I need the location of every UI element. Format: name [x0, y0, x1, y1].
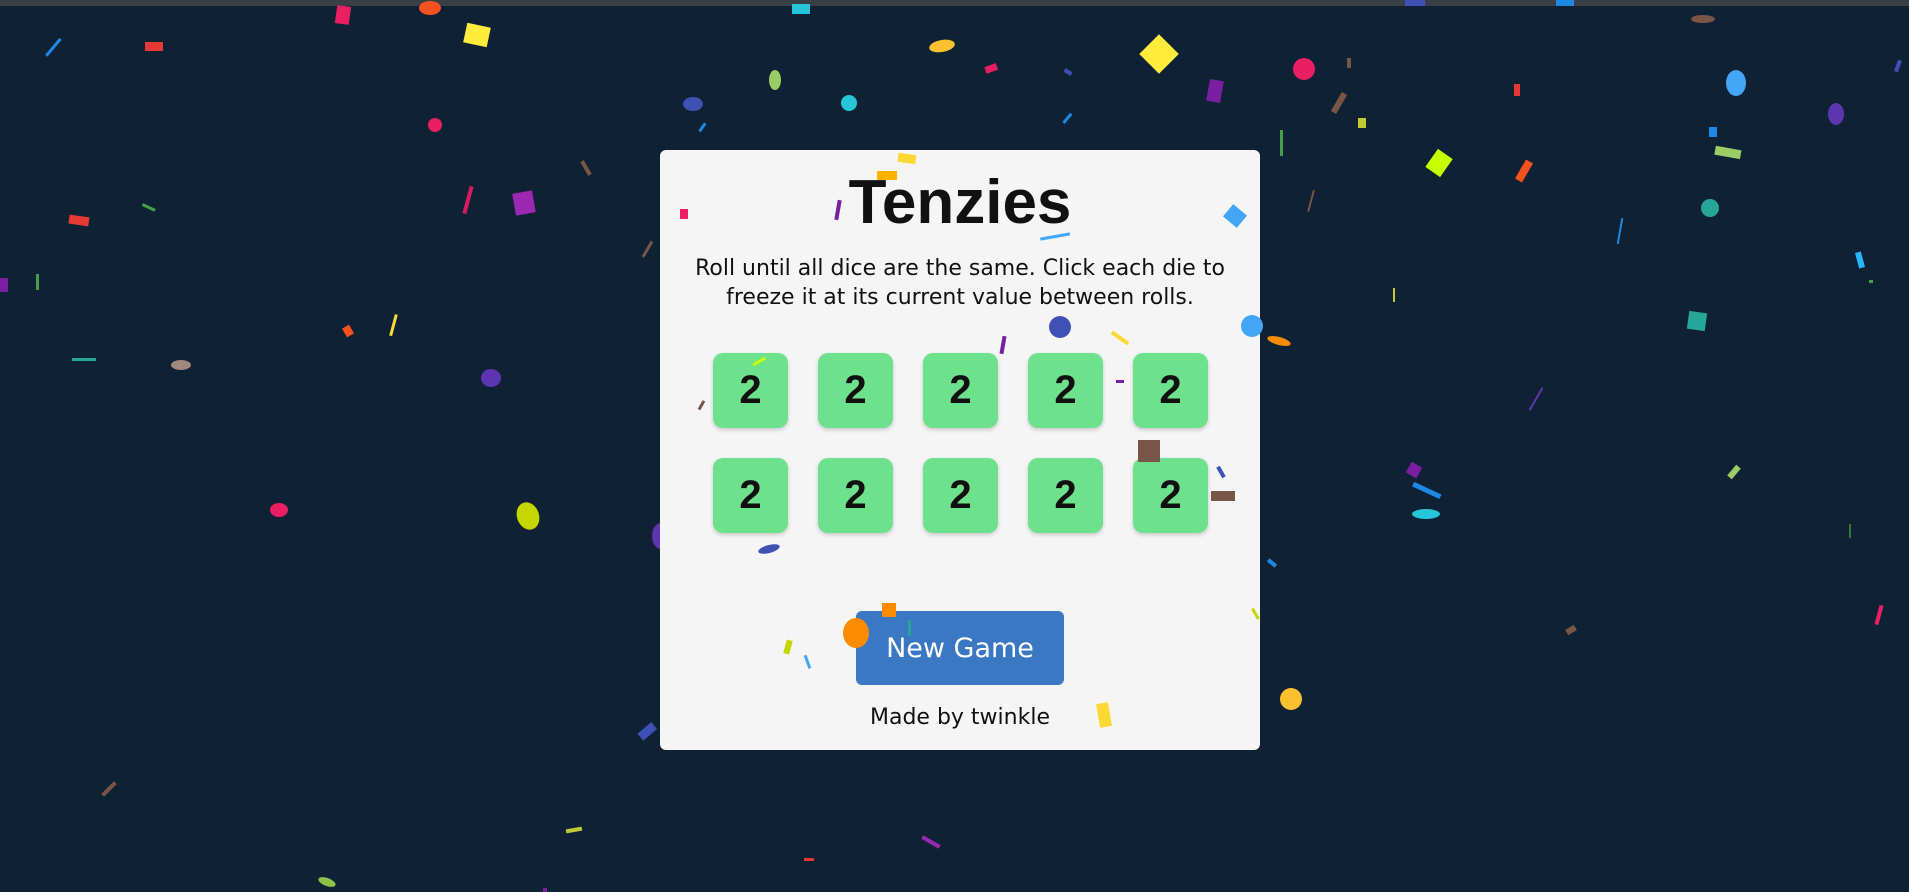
die-6[interactable]: 2	[713, 458, 788, 533]
confetti-piece	[342, 324, 354, 338]
confetti-piece	[1412, 509, 1440, 519]
confetti-piece	[462, 185, 474, 215]
die-4[interactable]: 2	[1028, 353, 1103, 428]
die-10[interactable]: 2	[1133, 458, 1208, 533]
confetti-piece	[1347, 58, 1351, 68]
confetti-piece	[683, 97, 703, 111]
confetti-piece	[1701, 199, 1719, 217]
confetti-piece	[1727, 464, 1741, 480]
die-9[interactable]: 2	[1028, 458, 1103, 533]
confetti-piece	[1565, 624, 1577, 636]
confetti-piece	[72, 358, 96, 361]
die-5[interactable]: 2	[1133, 353, 1208, 428]
confetti-piece	[1849, 524, 1851, 538]
confetti-piece	[1828, 103, 1844, 125]
confetti-piece	[101, 781, 117, 797]
confetti-piece	[565, 826, 583, 834]
confetti-piece	[769, 70, 781, 90]
dice-grid: 2 2 2 2 2 2 2 2 2 2	[713, 353, 1210, 533]
confetti-piece	[0, 278, 8, 292]
confetti-piece	[1726, 70, 1746, 96]
confetti-piece	[580, 160, 592, 176]
confetti-piece	[1280, 130, 1283, 156]
confetti-piece	[1393, 288, 1395, 302]
confetti-piece	[543, 888, 547, 892]
confetti-piece	[270, 503, 288, 517]
confetti-piece	[641, 240, 654, 258]
confetti-piece	[334, 5, 352, 25]
confetti-piece	[45, 37, 62, 57]
confetti-piece	[1293, 58, 1315, 80]
confetti-piece	[1405, 461, 1423, 479]
confetti-piece	[389, 314, 398, 337]
confetti-piece	[1894, 59, 1902, 73]
confetti-piece	[1063, 68, 1073, 76]
confetti-piece	[481, 369, 501, 387]
confetti-piece	[1139, 34, 1179, 74]
confetti-piece	[1412, 481, 1442, 500]
confetti-piece	[1267, 336, 1291, 346]
instructions-text: Roll until all dice are the same. Click …	[695, 256, 1225, 310]
die-7[interactable]: 2	[818, 458, 893, 533]
confetti-piece	[463, 22, 491, 48]
confetti-piece	[1425, 148, 1453, 178]
confetti-piece	[1206, 78, 1224, 104]
credit-text: Made by twinkle	[870, 705, 1050, 730]
confetti-piece	[804, 858, 814, 861]
confetti-piece	[1709, 127, 1717, 137]
confetti-piece	[1714, 145, 1742, 160]
confetti-piece	[1266, 558, 1278, 568]
confetti-piece	[929, 39, 955, 53]
confetti-piece	[171, 360, 191, 370]
confetti-piece	[1869, 280, 1873, 283]
game-title: Tenzies	[848, 168, 1072, 237]
confetti-piece	[984, 63, 999, 74]
die-2[interactable]: 2	[818, 353, 893, 428]
confetti-piece	[318, 877, 336, 887]
confetti-piece	[637, 722, 658, 741]
confetti-piece	[1528, 387, 1544, 411]
confetti-piece	[1691, 15, 1715, 23]
game-card: Tenzies Roll until all dice are the same…	[660, 150, 1260, 750]
confetti-piece	[1686, 310, 1708, 332]
confetti-piece	[36, 274, 39, 290]
confetti-piece	[1616, 218, 1624, 244]
confetti-piece	[1330, 91, 1348, 115]
confetti-piece	[428, 118, 442, 132]
confetti-piece	[1358, 118, 1366, 128]
confetti-piece	[1855, 251, 1865, 269]
confetti-piece	[1280, 688, 1302, 710]
confetti-piece	[1062, 112, 1073, 124]
browser-top-strip	[0, 0, 1909, 6]
die-1[interactable]: 2	[713, 353, 788, 428]
die-3[interactable]: 2	[923, 353, 998, 428]
confetti-piece	[512, 190, 536, 216]
confetti-piece	[841, 95, 857, 111]
die-8[interactable]: 2	[923, 458, 998, 533]
confetti-piece	[145, 42, 163, 51]
confetti-piece	[68, 214, 90, 227]
confetti-piece	[141, 203, 156, 212]
confetti-piece	[1874, 604, 1884, 626]
confetti-piece	[1515, 159, 1533, 183]
confetti-piece	[921, 835, 941, 849]
new-game-button[interactable]: New Game	[856, 611, 1064, 685]
confetti-piece	[1307, 190, 1315, 212]
confetti-piece	[698, 122, 707, 133]
confetti-piece	[1514, 84, 1520, 96]
confetti-piece	[516, 502, 540, 530]
